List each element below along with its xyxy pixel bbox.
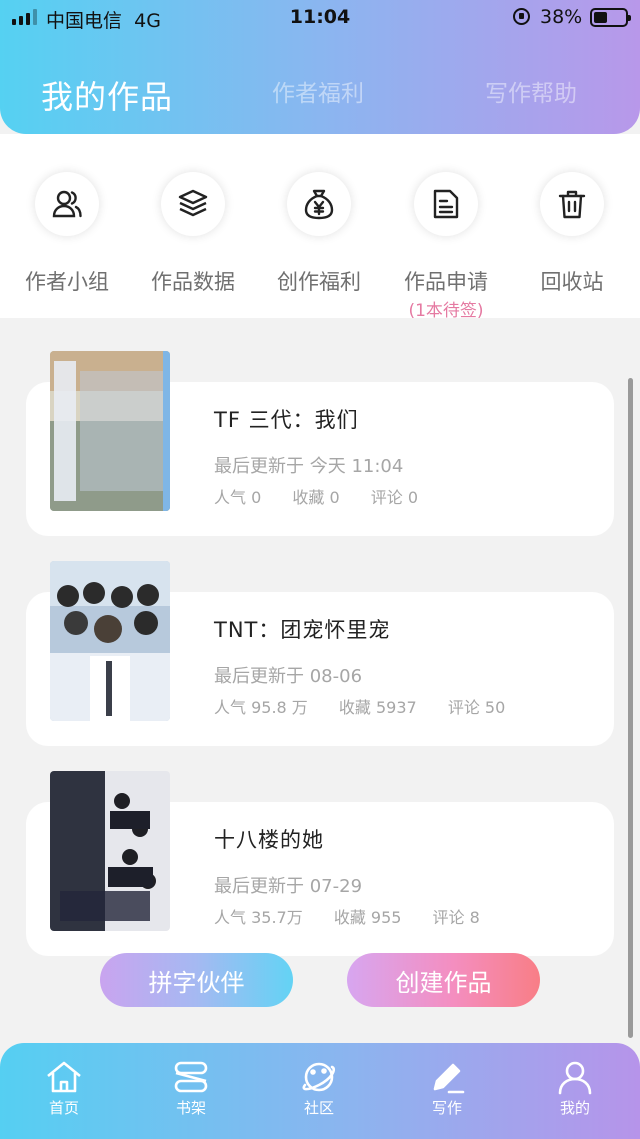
nav-home[interactable]: 首页 [14, 1059, 114, 1118]
work-title: 十八楼的她 [214, 828, 324, 852]
nav-label: 首页 [48, 1099, 79, 1117]
work-favorites: 收藏 5937 [338, 698, 417, 717]
trash-icon [540, 172, 604, 236]
work-title: TNT：团宠怀里宠 [214, 618, 391, 642]
work-popularity: 人气 95.8 万 [214, 698, 308, 717]
bookshelf-icon [174, 1061, 208, 1093]
tab-author-benefits[interactable]: 作者福利 [272, 74, 364, 108]
work-updated: 最后更新于 07-29 [214, 876, 363, 897]
partner-button[interactable]: 拼字伙伴 [100, 953, 293, 1007]
work-popularity: 人气 35.7万 [214, 908, 303, 927]
work-favorites: 收藏 955 [333, 908, 402, 927]
tool-works-data[interactable]: 作品数据 [129, 172, 257, 296]
book-cover-image[interactable] [50, 351, 170, 511]
users-icon [35, 172, 99, 236]
nav-label: 书架 [175, 1099, 206, 1117]
scrollbar[interactable] [628, 378, 633, 1038]
tab-writing-help[interactable]: 写作帮助 [485, 74, 577, 108]
work-favorites: 收藏 0 [292, 488, 340, 507]
planet-icon [302, 1062, 336, 1092]
work-updated: 最后更新于 08-06 [214, 666, 363, 687]
tool-label: 作者小组 [25, 270, 109, 294]
tool-works-application[interactable]: 作品申请 (1本待签) [382, 172, 510, 321]
tools-row: 作者小组 作品数据 创作福利 作品申请 (1本待签) 回收站 [0, 134, 640, 321]
header: 中国电信 4G 11:04 38% 我的作品 作者福利 写作帮助 [0, 0, 640, 134]
nav-write[interactable]: 写作 [397, 1059, 497, 1118]
nav-label: 写作 [431, 1099, 462, 1117]
nav-community[interactable]: 社区 [269, 1059, 369, 1118]
tool-label: 作品数据 [151, 270, 235, 294]
work-comments: 评论 50 [447, 698, 506, 717]
tool-recycle-bin[interactable]: 回收站 [508, 172, 636, 296]
work-comments: 评论 8 [432, 908, 480, 927]
tool-creation-benefits[interactable]: 创作福利 [255, 172, 383, 296]
work-stats: 人气 0 收藏 0 评论 0 [214, 484, 444, 508]
battery-percentage: 38% [540, 6, 583, 28]
nav-bookshelf[interactable]: 书架 [141, 1059, 241, 1118]
bottom-nav: 首页 书架 社区 写作 我的 [0, 1043, 640, 1139]
document-icon [414, 172, 478, 236]
nav-label: 我的 [559, 1099, 590, 1117]
tool-label: 作品申请 [404, 270, 488, 294]
battery-icon [590, 8, 631, 27]
orientation-lock-icon [513, 8, 530, 25]
user-icon [558, 1061, 592, 1095]
create-work-button[interactable]: 创建作品 [347, 953, 540, 1007]
money-bag-icon [287, 172, 351, 236]
work-stats: 人气 95.8 万 收藏 5937 评论 50 [214, 694, 531, 718]
work-comments: 评论 0 [370, 488, 419, 507]
pending-count: (1本待签) [408, 301, 484, 321]
nav-label: 社区 [303, 1099, 334, 1117]
nav-mine[interactable]: 我的 [525, 1059, 625, 1118]
tab-my-works[interactable]: 我的作品 [41, 72, 173, 118]
tool-label: 创作福利 [277, 270, 361, 294]
status-bar: 中国电信 4G 11:04 38% [0, 0, 640, 36]
tool-author-group[interactable]: 作者小组 [3, 172, 131, 296]
book-cover-image[interactable] [50, 771, 170, 931]
tool-label: 回收站 [540, 270, 604, 294]
work-title: TF 三代：我们 [214, 408, 359, 432]
layers-icon [161, 172, 225, 236]
book-cover-image[interactable] [50, 561, 170, 721]
work-stats: 人气 35.7万 收藏 955 评论 8 [214, 904, 506, 928]
home-icon [47, 1061, 81, 1093]
work-updated: 最后更新于 今天 11:04 [214, 456, 404, 477]
work-popularity: 人气 0 [214, 488, 262, 507]
pen-icon [433, 1063, 465, 1094]
